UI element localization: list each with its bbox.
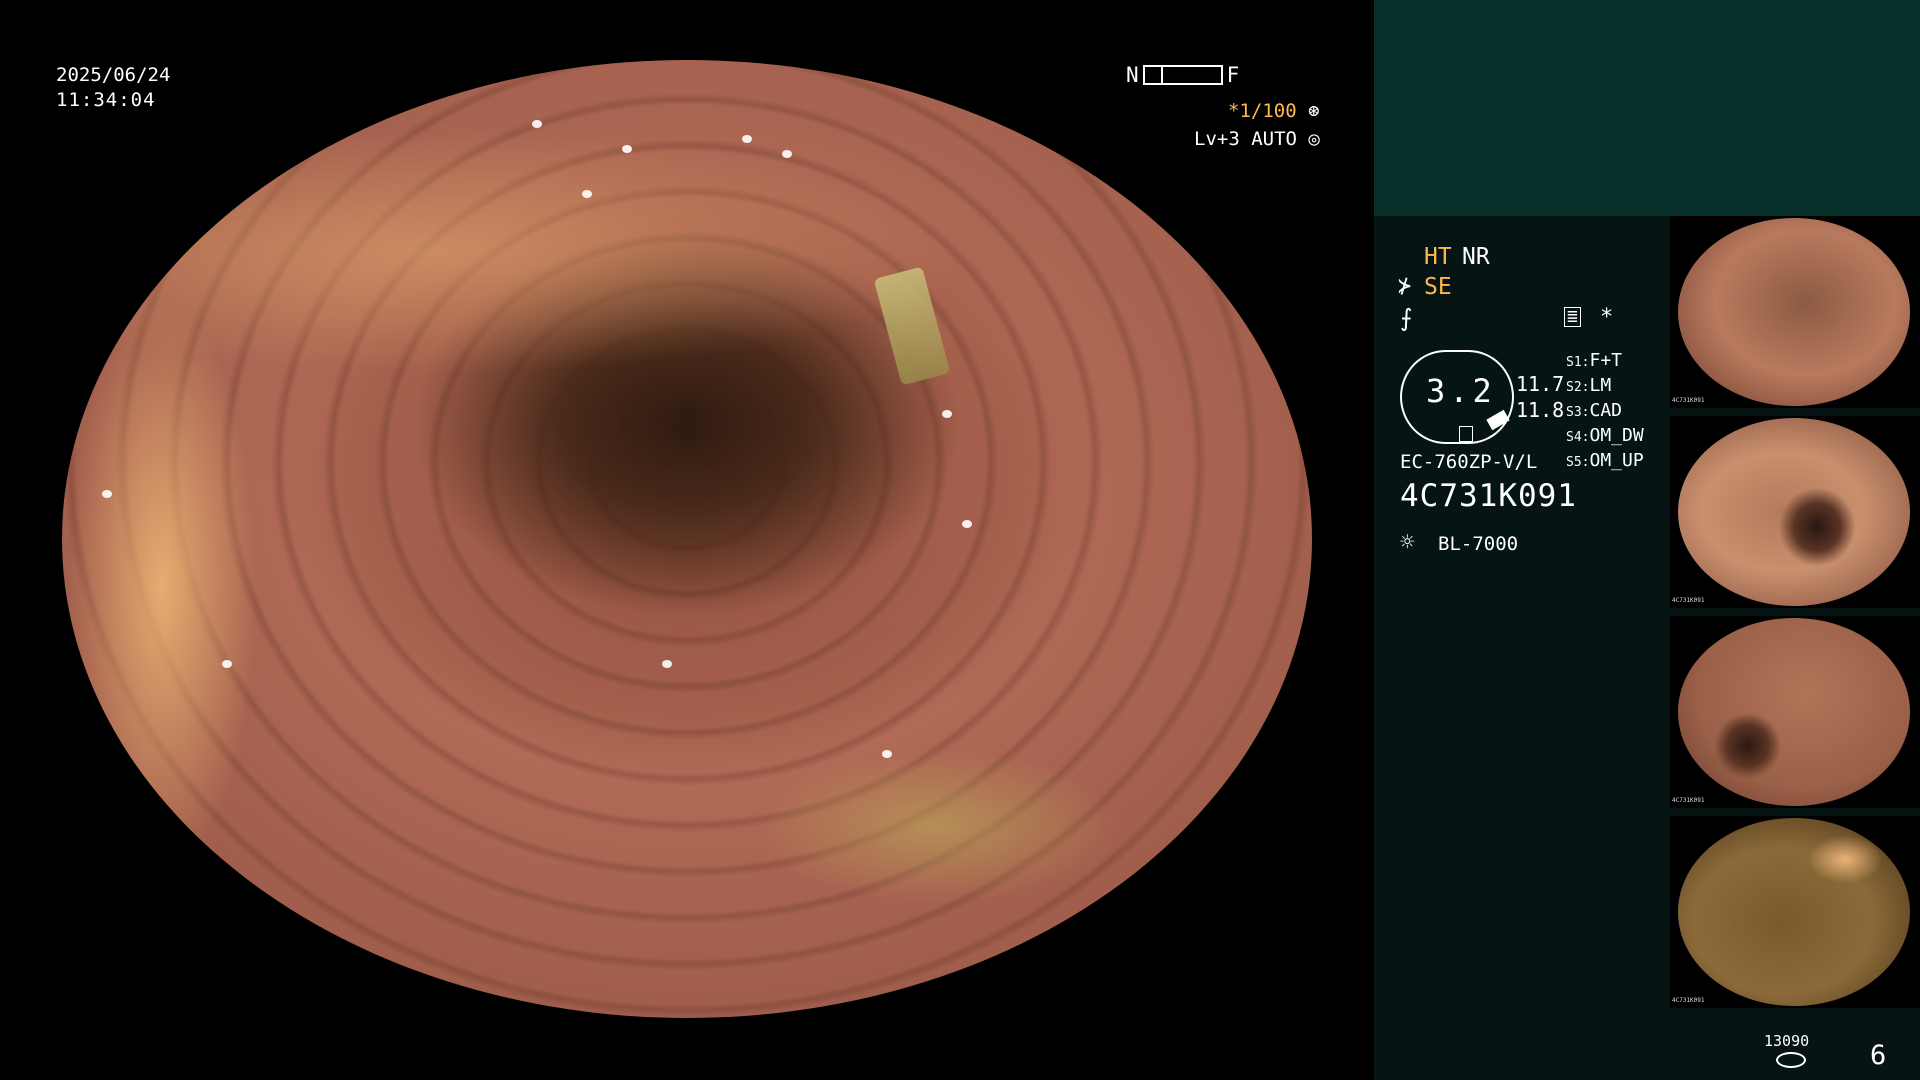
ht-indicator: HT (1424, 244, 1452, 270)
thumbnail-image (1678, 618, 1910, 806)
endoscope-main-view (62, 60, 1312, 1018)
specular-highlight (662, 660, 672, 668)
specular-highlight (532, 120, 542, 128)
color-enhance-icon: ⨍ (1400, 304, 1413, 332)
storage-disk-icon (1776, 1052, 1806, 1068)
memory-icon: ≣ (1564, 307, 1581, 327)
shutter-value: *1/100 (1228, 100, 1297, 122)
thumbnail-image (1678, 218, 1910, 406)
specular-highlight (222, 660, 232, 668)
specular-highlight (622, 145, 632, 153)
thumbnail-image (1678, 818, 1910, 1006)
thumbnail-serial: 4C731K091 (1672, 797, 1705, 804)
thumbnail-serial: 4C731K091 (1672, 397, 1705, 404)
time-readout: 11:34:04 (56, 89, 156, 111)
switch-2: S2:LM (1566, 375, 1611, 396)
date-readout: 2025/06/24 (56, 64, 171, 86)
image-count: 6 (1870, 1040, 1887, 1071)
thumbnail-serial: 4C731K091 (1672, 997, 1705, 1004)
level-value: Lv+3 AUTO (1194, 128, 1297, 150)
switch-3: S3:CAD (1566, 400, 1622, 421)
switch-value: OM_UP (1589, 450, 1644, 471)
switch-value: LM (1589, 375, 1612, 396)
captured-thumbnail-4[interactable]: 4C731K091 (1670, 816, 1920, 1008)
storage-counter: 13090 (1764, 1032, 1810, 1050)
light-source-icon: ☼ (1400, 528, 1415, 556)
thumbnail-serial: 4C731K091 (1672, 597, 1705, 604)
specular-highlight (882, 750, 892, 758)
memory-star: * (1600, 305, 1614, 330)
scope-serial: 4C731K091 (1400, 478, 1577, 514)
near-label: N (1126, 63, 1139, 87)
zoom-marker-icon (1459, 426, 1473, 442)
info-panel-header (1374, 0, 1920, 216)
switch-1: S1:F+T (1566, 350, 1622, 371)
specular-highlight (962, 520, 972, 528)
specular-highlight (582, 190, 592, 198)
near-far-bar (1142, 65, 1223, 85)
brightness-level: Lv+3 AUTO ◎ (1194, 128, 1320, 150)
switch-4: S4:OM_DW (1566, 425, 1644, 446)
readout-value-2: 11.8 (1516, 398, 1565, 422)
se-indicator: SE (1424, 274, 1452, 300)
thumbnail-image (1678, 418, 1910, 606)
captured-thumbnail-3[interactable]: 4C731K091 (1670, 616, 1920, 808)
switch-value: OM_DW (1589, 425, 1644, 446)
specular-highlight (102, 490, 112, 498)
switch-key: S2: (1566, 380, 1590, 395)
shutter-readout: *1/100 ⊛ (1228, 100, 1320, 122)
nr-indicator: NR (1462, 244, 1490, 270)
specular-highlight (742, 135, 752, 143)
auto-iris-icon: ◎ (1308, 128, 1320, 150)
captured-thumbnail-2[interactable]: 4C731K091 (1670, 416, 1920, 608)
specular-highlight (782, 150, 792, 158)
switch-value: F+T (1589, 350, 1622, 371)
readout-value-1: 11.7 (1516, 372, 1565, 396)
structure-enhance-icon: ⊁ (1398, 274, 1412, 299)
switch-key: S1: (1566, 355, 1590, 370)
switch-value: CAD (1589, 400, 1622, 421)
zoom-value: 3.2 (1426, 372, 1496, 410)
captured-thumbnail-1[interactable]: 4C731K091 (1670, 216, 1920, 408)
scope-model: EC-760ZP-V/L (1400, 451, 1538, 473)
switch-5: S5:OM_UP (1566, 450, 1644, 471)
light-source: BL-7000 (1438, 533, 1519, 555)
switch-key: S5: (1566, 455, 1590, 470)
specular-highlight (942, 410, 952, 418)
switch-key: S4: (1566, 430, 1590, 445)
far-label: F (1226, 63, 1240, 87)
near-far-gauge: N F (1126, 63, 1239, 87)
iris-icon: ⊛ (1308, 100, 1320, 122)
switch-key: S3: (1566, 405, 1590, 420)
